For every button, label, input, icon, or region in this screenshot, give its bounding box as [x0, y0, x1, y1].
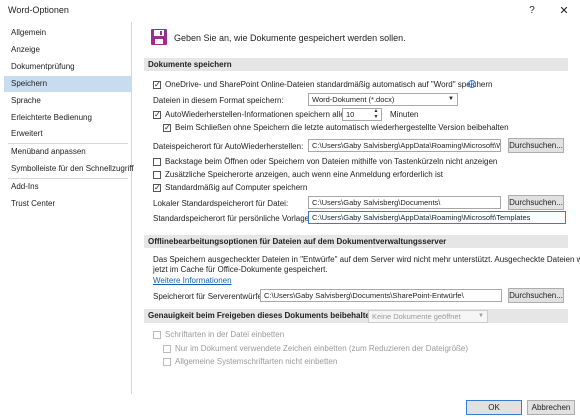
templates-label: Standardspeicherort für persönliche Vorl…	[153, 214, 316, 223]
sidebar-item-dokumentpruefung[interactable]: Dokumentprüfung	[4, 59, 132, 75]
embed-fonts-label: Schriftarten in der Datei einbetten	[165, 330, 285, 339]
default-computer-label: Standardmäßig auf Computer speichern	[165, 183, 308, 192]
autorecover-path-label: Dateispeicherort für AutoWiederherstelle…	[153, 142, 304, 151]
sidebar-item-sprache[interactable]: Sprache	[4, 93, 132, 109]
offline-text-line2: jetzt im Cache für Office-Dokumente gesp…	[153, 265, 328, 274]
embed-used-chars-checkbox[interactable]	[163, 345, 171, 353]
fidelity-document-select[interactable]: Keine Dokumente geöffnet ▼	[368, 310, 488, 323]
format-select[interactable]: Word-Dokument (*.docx) ▼	[308, 93, 458, 106]
help-button[interactable]: ?	[522, 3, 542, 19]
fidelity-document-value: Keine Dokumente geöffnet	[372, 312, 461, 321]
no-system-fonts-checkbox[interactable]	[163, 358, 171, 366]
autorecover-checkbox[interactable]	[153, 111, 161, 119]
sidebar-item-erleichterte-bedienung[interactable]: Erleichterte Bedienung	[4, 110, 132, 126]
format-select-value: Word-Dokument (*.docx)	[312, 95, 395, 104]
autorecover-minutes-value: 10	[346, 110, 355, 119]
onedrive-autosave-checkbox[interactable]	[153, 81, 161, 89]
sidebar-item-anzeige[interactable]: Anzeige	[4, 42, 132, 58]
sidebar-item-erweitert[interactable]: Erweitert	[4, 126, 132, 142]
keep-last-version-checkbox[interactable]	[163, 124, 171, 132]
dialog-footer: OK Abbrechen	[0, 394, 580, 420]
spinner-arrows-icon[interactable]: ▲ ▼	[372, 108, 380, 120]
format-label: Dateien in diesem Format speichern:	[153, 96, 284, 105]
fidelity-heading-text: Genauigkeit beim Freigeben dieses Dokume…	[148, 311, 378, 320]
cancel-button[interactable]: Abbrechen	[527, 400, 575, 415]
embed-fonts-checkbox[interactable]	[153, 331, 161, 339]
window-title: Word-Optionen	[8, 5, 69, 15]
close-button[interactable]: ✕	[554, 3, 574, 19]
save-icon	[151, 29, 167, 45]
templates-input[interactable]: C:\Users\Gaby Salvisberg\AppData\Roaming…	[308, 211, 566, 224]
local-default-input[interactable]: C:\Users\Gaby Salvisberg\Documents\	[308, 196, 501, 209]
no-system-fonts-label: Allgemeine Systemschriftarten nicht einb…	[175, 357, 338, 366]
sidebar-item-menueband[interactable]: Menüband anpassen	[4, 144, 132, 160]
chevron-down-icon: ▼	[448, 96, 454, 102]
browse-drafts-button[interactable]: Durchsuchen...	[508, 288, 564, 303]
page-intro: Geben Sie an, wie Dokumente gespeichert …	[174, 33, 406, 43]
embed-used-chars-label: Nur im Dokument verwendete Zeichen einbe…	[175, 344, 469, 353]
section-heading-offline: Offlinebearbeitungsoptionen für Dateien …	[144, 235, 568, 248]
chevron-down-icon: ▼	[478, 313, 484, 319]
backstage-label: Backstage beim Öffnen oder Speichern von…	[165, 157, 498, 166]
sidebar: Allgemein Anzeige Dokumentprüfung Speich…	[4, 22, 134, 394]
sidebar-item-trust-center[interactable]: Trust Center	[4, 196, 132, 212]
backstage-checkbox[interactable]	[153, 158, 161, 166]
section-heading-save: Dokumente speichern	[144, 58, 568, 71]
local-default-label: Lokaler Standardspeicherort für Datei:	[153, 199, 289, 208]
extra-locations-checkbox[interactable]	[153, 171, 161, 179]
autorecover-label: AutoWiederherstellen-Informationen speic…	[165, 110, 345, 119]
info-icon[interactable]: i	[468, 80, 476, 88]
keep-last-version-label: Beim Schließen ohne Speichern die letzte…	[175, 123, 509, 132]
minutes-label: Minuten	[390, 110, 419, 119]
browse-autorecover-button[interactable]: Durchsuchen...	[508, 138, 564, 153]
more-info-link[interactable]: Weitere Informationen	[153, 276, 232, 285]
sidebar-item-allgemein[interactable]: Allgemein	[4, 25, 132, 41]
drafts-path-input[interactable]: C:\Users\Gaby Salvisberg\Documents\Share…	[260, 289, 502, 302]
autorecover-path-input[interactable]: C:\Users\Gaby Salvisberg\AppData\Roaming…	[308, 139, 501, 152]
sidebar-item-schnellzugriff[interactable]: Symbolleiste für den Schnellzugriff	[4, 161, 134, 177]
autorecover-minutes-spinner[interactable]: 10 ▲ ▼	[342, 108, 382, 121]
browse-local-default-button[interactable]: Durchsuchen...	[508, 195, 564, 210]
sidebar-item-add-ins[interactable]: Add-Ins	[4, 179, 132, 195]
offline-text-line1: Das Speichern ausgecheckter Dateien in "…	[153, 255, 580, 264]
onedrive-autosave-label: OneDrive- und SharePoint Online-Dateien …	[165, 80, 493, 89]
extra-locations-label: Zusätzliche Speicherorte anzeigen, auch …	[165, 170, 443, 179]
section-heading-fidelity: Genauigkeit beim Freigeben dieses Dokume…	[144, 309, 568, 323]
sidebar-item-speichern[interactable]: Speichern	[4, 76, 132, 92]
ok-button[interactable]: OK	[466, 400, 522, 415]
default-computer-checkbox[interactable]	[153, 184, 161, 192]
drafts-label: Speicherort für Serverentwürfe:	[153, 292, 265, 301]
title-bar: Word-Optionen ? ✕	[0, 0, 580, 22]
